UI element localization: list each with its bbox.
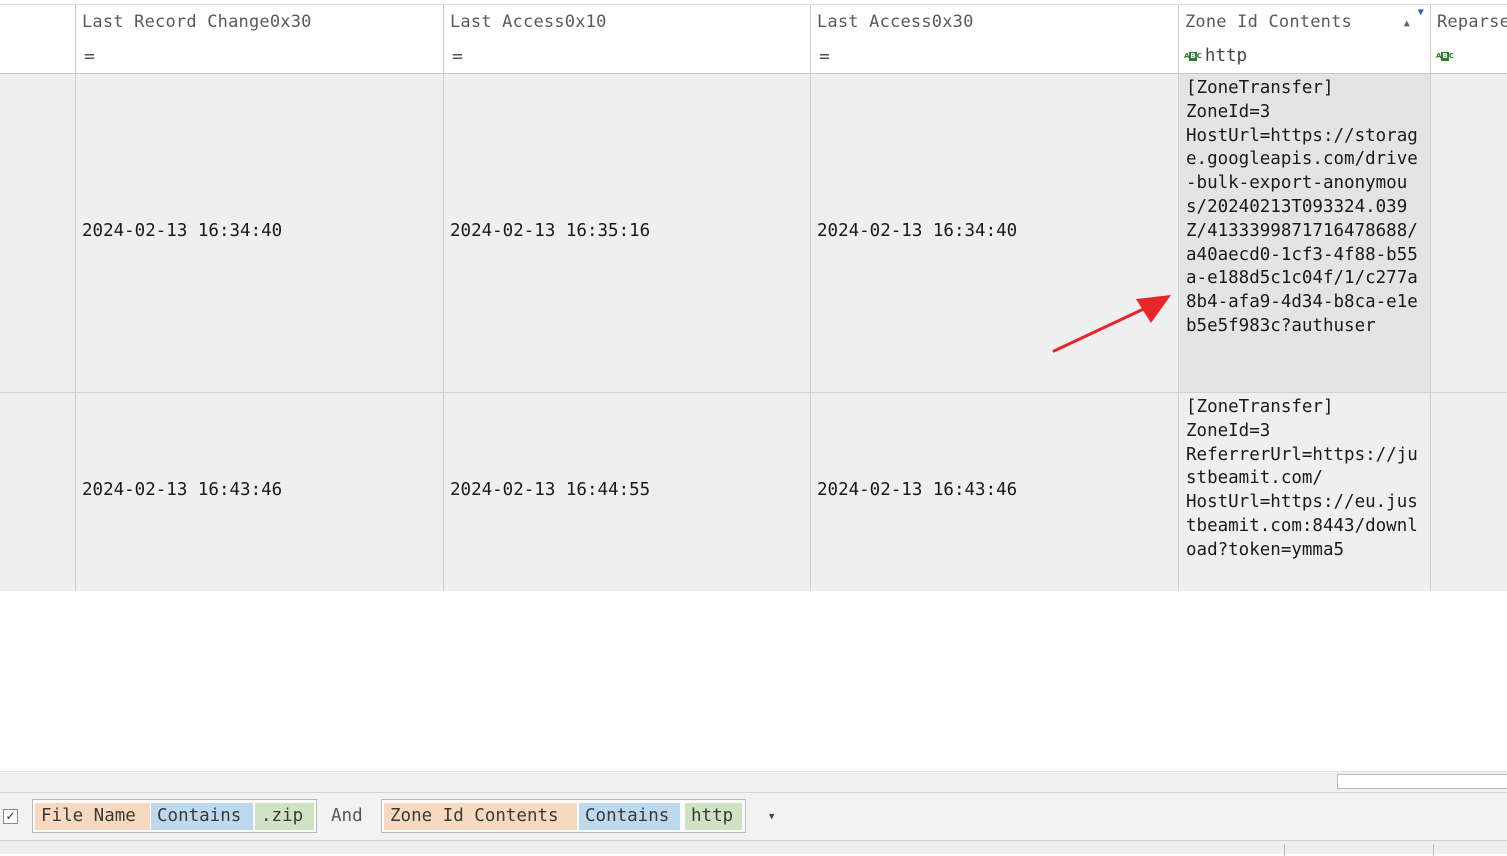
annotation-arrow-icon bbox=[1052, 295, 1171, 353]
